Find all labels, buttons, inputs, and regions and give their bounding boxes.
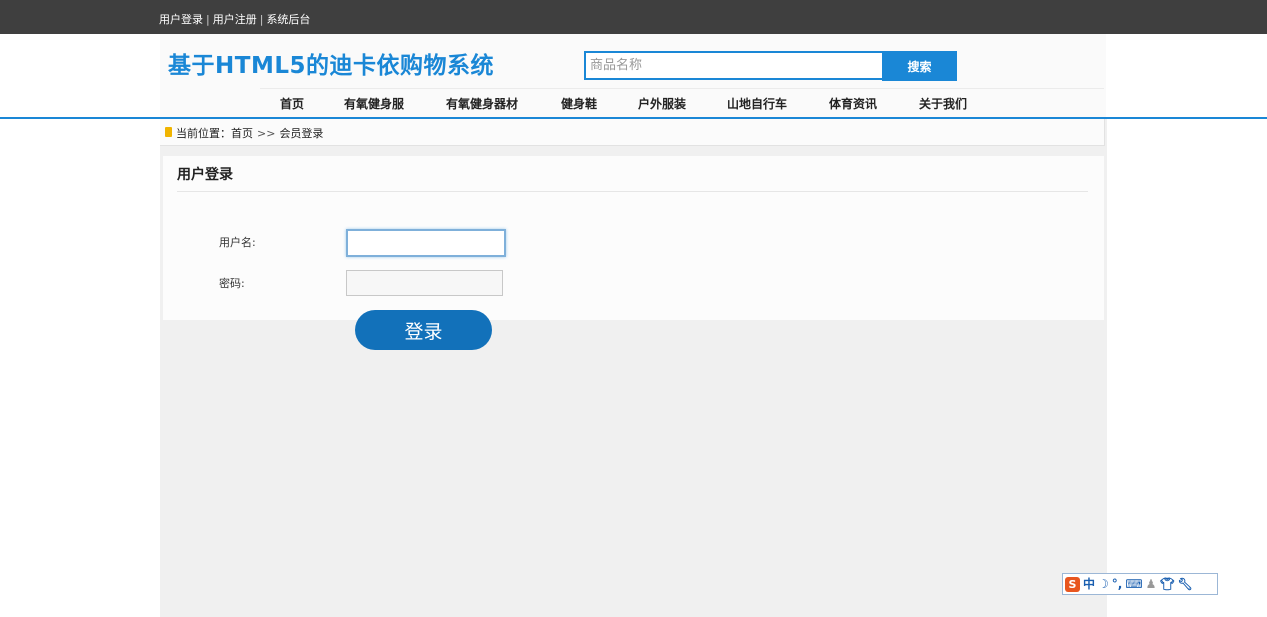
top-bar: 用户登录 | 用户注册 | 系统后台 [0,0,1267,34]
nav-item-aerobic-wear[interactable]: 有氧健身服 [344,95,404,112]
nav-item-fitness-shoes[interactable]: 健身鞋 [561,95,597,112]
breadcrumb-separator: >> [257,127,276,140]
nav-item-aerobic-equipment[interactable]: 有氧健身器材 [446,95,518,112]
punctuation-icon[interactable]: °, [1112,576,1123,592]
password-input[interactable] [346,270,503,296]
nav-item-sports-news[interactable]: 体育资讯 [829,95,877,112]
breadcrumb-prefix: 当前位置： [176,127,231,140]
panel-divider [177,191,1088,192]
search-input[interactable] [584,51,886,80]
user-icon[interactable]: ♟ [1146,576,1157,592]
register-link[interactable]: 用户注册 [213,13,257,26]
location-icon [165,127,172,137]
nav-item-outdoor-clothing[interactable]: 户外服装 [638,95,686,112]
nav-item-about-us[interactable]: 关于我们 [919,95,967,112]
keyboard-icon[interactable]: ⌨ [1125,576,1142,592]
shirt-icon[interactable]: 👕︎ [1159,576,1174,592]
wrench-icon[interactable]: 🔧︎ [1178,576,1193,592]
sogou-logo-icon[interactable]: S [1065,576,1080,592]
nav-item-mountain-bikes[interactable]: 山地自行车 [727,95,787,112]
breadcrumb-current: 会员登录 [279,127,324,140]
ime-toolbar[interactable]: S 中 ☽ °, ⌨ ♟ 👕︎ 🔧︎ [1062,573,1218,595]
top-links: 用户登录 | 用户注册 | 系统后台 [159,11,310,27]
search-button[interactable]: 搜索 [882,51,957,81]
breadcrumb-home-link[interactable]: 首页 [231,127,253,140]
login-button[interactable]: 登录 [355,310,492,350]
site-title[interactable]: 基于HTML5的迪卡依购物系统 [168,46,494,80]
username-input[interactable] [346,229,506,257]
admin-link[interactable]: 系统后台 [266,13,310,26]
nav-item-home[interactable]: 首页 [280,95,304,112]
login-panel-title: 用户登录 [177,167,233,183]
top-link-separator: | [259,13,264,26]
username-label: 用户名: [219,236,256,249]
moon-icon[interactable]: ☽ [1098,576,1109,592]
login-panel [163,156,1104,320]
breadcrumb: 当前位置：首页 >> 会员登录 [176,125,323,141]
password-label: 密码: [219,277,245,290]
login-link[interactable]: 用户登录 [159,13,203,26]
ime-mode-toggle[interactable]: 中 [1083,576,1095,592]
top-link-separator: | [206,13,210,26]
